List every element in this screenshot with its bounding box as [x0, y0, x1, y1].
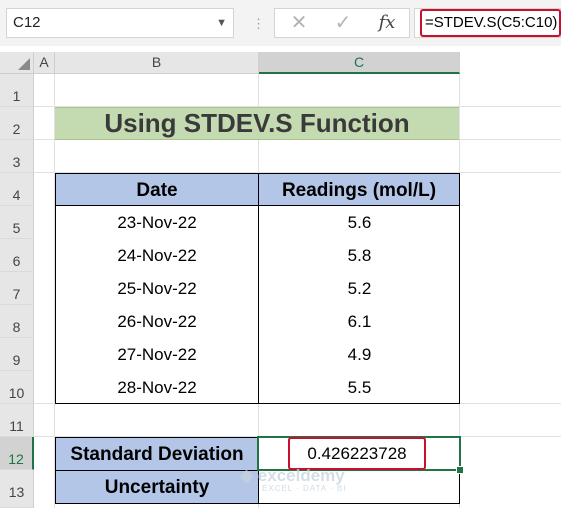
- reading-cell[interactable]: 5.8: [259, 239, 460, 272]
- row-header-9[interactable]: 9: [0, 338, 34, 371]
- column-header-a[interactable]: A: [34, 52, 55, 74]
- std-dev-label[interactable]: Standard Deviation: [55, 437, 259, 470]
- reading-cell[interactable]: 5.6: [259, 206, 460, 239]
- header-readings[interactable]: Readings (mol/L): [258, 173, 460, 206]
- row-header-3[interactable]: 3: [0, 140, 34, 173]
- row-header-13[interactable]: 13: [0, 470, 34, 508]
- row-header-6[interactable]: 6: [0, 239, 34, 272]
- select-all-icon: [18, 58, 30, 70]
- column-header-c[interactable]: C: [259, 52, 460, 74]
- row-header-4[interactable]: 4: [0, 173, 34, 206]
- date-cell[interactable]: 28-Nov-22: [55, 371, 259, 404]
- date-cell[interactable]: 27-Nov-22: [55, 338, 259, 371]
- row-header-11[interactable]: 11: [0, 404, 34, 437]
- date-cell[interactable]: 24-Nov-22: [55, 239, 259, 272]
- row-header-5[interactable]: 5: [0, 206, 34, 239]
- uncertainty-label[interactable]: Uncertainty: [55, 470, 259, 504]
- enter-icon[interactable]: ✓: [323, 9, 363, 37]
- row-header-2[interactable]: 2: [0, 107, 34, 140]
- date-cell[interactable]: 23-Nov-22: [55, 206, 259, 239]
- watermark-tagline: EXCEL · DATA · BI: [262, 484, 347, 493]
- formula-bar: C12 ▼ ⋮ ✕ ✓ fx =STDEV.S(C5:C10): [0, 0, 561, 46]
- row-header-12[interactable]: 12: [0, 437, 34, 470]
- reading-cell[interactable]: 5.5: [259, 371, 460, 404]
- reading-cell[interactable]: 5.2: [259, 272, 460, 305]
- formula-buttons: ✕ ✓ fx: [274, 8, 410, 38]
- header-date[interactable]: Date: [55, 173, 259, 206]
- formula-input[interactable]: =STDEV.S(C5:C10): [420, 9, 561, 37]
- row-header-7[interactable]: 7: [0, 272, 34, 305]
- fill-handle[interactable]: [456, 466, 464, 474]
- name-box[interactable]: C12 ▼: [6, 8, 234, 38]
- separator-icon: ⋮: [252, 16, 266, 31]
- date-cell[interactable]: 25-Nov-22: [55, 272, 259, 305]
- watermark-logo: ◆ exceldemy: [240, 466, 345, 485]
- chevron-down-icon[interactable]: ▼: [216, 9, 227, 37]
- column-header-b[interactable]: B: [55, 52, 259, 74]
- date-cell[interactable]: 26-Nov-22: [55, 305, 259, 338]
- sheet-title[interactable]: Using STDEV.S Function: [55, 107, 459, 140]
- row-header-1[interactable]: 1: [0, 74, 34, 107]
- row-header-10[interactable]: 10: [0, 371, 34, 404]
- watermark-brand: exceldemy: [257, 466, 345, 485]
- row-header-8[interactable]: 8: [0, 305, 34, 338]
- cancel-icon[interactable]: ✕: [279, 9, 319, 37]
- select-all-button[interactable]: [0, 52, 34, 74]
- reading-cell[interactable]: 6.1: [259, 305, 460, 338]
- name-box-value: C12: [13, 14, 41, 31]
- insert-function-icon[interactable]: fx: [367, 9, 407, 37]
- reading-cell[interactable]: 4.9: [259, 338, 460, 371]
